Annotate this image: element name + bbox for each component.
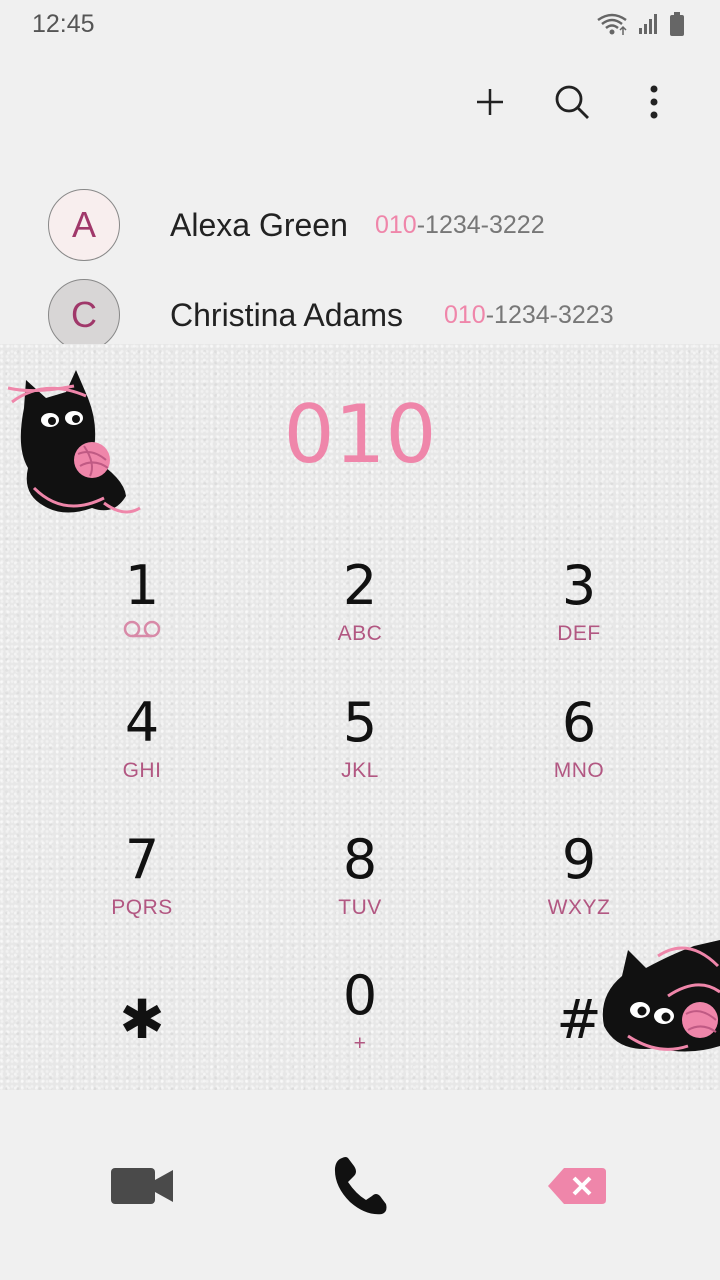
key-digit: ✱ bbox=[119, 988, 165, 1051]
contact-row-alexa[interactable]: A Alexa Green 010-1234-3222 bbox=[0, 180, 720, 270]
cat-with-yarn-icon bbox=[602, 940, 720, 1052]
video-camera-icon bbox=[111, 1168, 173, 1204]
search-button[interactable] bbox=[546, 76, 598, 128]
key-digit: 5 bbox=[342, 691, 378, 754]
add-contact-button[interactable] bbox=[464, 76, 516, 128]
contact-row-christina[interactable]: C Christina Adams 010-1234-3223 bbox=[0, 270, 720, 344]
contact-number: 010-1234-3222 bbox=[375, 211, 545, 240]
key-digit: 0 bbox=[342, 964, 378, 1027]
key-letters: JKL bbox=[341, 759, 379, 782]
backspace-button[interactable] bbox=[532, 1150, 622, 1222]
call-button[interactable] bbox=[315, 1150, 405, 1222]
voicemail-icon bbox=[123, 620, 161, 638]
key-6[interactable]: 6 MNO bbox=[499, 693, 659, 813]
key-letters: TUV bbox=[338, 896, 382, 919]
more-options-button[interactable] bbox=[628, 76, 680, 128]
avatar: A bbox=[48, 189, 120, 261]
contact-name: Christina Adams bbox=[170, 297, 403, 333]
number-rest: -1234-3222 bbox=[416, 211, 545, 239]
phone-icon bbox=[334, 1157, 387, 1215]
cat-with-yarn-icon bbox=[7, 370, 141, 514]
key-digit: 2 bbox=[342, 554, 378, 617]
key-2[interactable]: 2 ABC bbox=[280, 556, 440, 676]
key-letters: MNO bbox=[553, 759, 605, 782]
contact-suggestions: A Alexa Green 010-1234-3222 C Christina … bbox=[0, 180, 720, 344]
key-digit: 4 bbox=[124, 691, 160, 754]
key-1[interactable]: 1 bbox=[62, 556, 222, 676]
bottom-action-bar bbox=[0, 1090, 720, 1280]
status-time: 12:45 bbox=[32, 10, 95, 38]
avatar: C bbox=[48, 279, 120, 344]
key-letters: WXYZ bbox=[547, 896, 611, 919]
key-digit: 3 bbox=[561, 554, 597, 617]
signal-icon bbox=[639, 14, 657, 34]
key-letters: PQRS bbox=[111, 896, 173, 919]
key-8[interactable]: 8 TUV bbox=[280, 830, 440, 950]
top-toolbar bbox=[464, 76, 680, 128]
key-letters: + bbox=[353, 1032, 367, 1055]
number-match: 010 bbox=[375, 211, 417, 239]
number-rest: -1234-3223 bbox=[485, 301, 614, 329]
key-digit: 1 bbox=[124, 554, 160, 617]
key-digit: 8 bbox=[342, 828, 378, 891]
key-7[interactable]: 7 PQRS bbox=[62, 830, 222, 950]
search-icon bbox=[555, 85, 589, 119]
key-5[interactable]: 5 JKL bbox=[280, 693, 440, 813]
key-4[interactable]: 4 GHI bbox=[62, 693, 222, 813]
key-digit: 7 bbox=[124, 828, 160, 891]
number-match: 010 bbox=[444, 301, 486, 329]
key-9[interactable]: 9 WXYZ bbox=[499, 830, 659, 950]
contact-name: Alexa Green bbox=[170, 207, 348, 243]
key-letters: ABC bbox=[337, 622, 383, 645]
backspace-icon bbox=[548, 1168, 606, 1204]
plus-icon bbox=[477, 89, 503, 115]
status-bar: 12:45 bbox=[0, 0, 720, 50]
more-vertical-icon bbox=[650, 85, 658, 119]
key-digit: 6 bbox=[561, 691, 597, 754]
wifi-icon bbox=[597, 13, 627, 35]
key-digit: 9 bbox=[561, 828, 597, 891]
battery-icon bbox=[670, 12, 684, 36]
video-call-button[interactable] bbox=[97, 1150, 187, 1222]
key-0[interactable]: 0 + bbox=[280, 966, 440, 1086]
key-3[interactable]: 3 DEF bbox=[499, 556, 659, 676]
key-letters: DEF bbox=[557, 622, 601, 645]
contact-number: 010-1234-3223 bbox=[444, 301, 614, 330]
key-letters: GHI bbox=[122, 759, 162, 782]
dialpad-area: 010 1 2 ABC 3 DEF 4 GHI 5 JKL 6 MNO 7 PQ… bbox=[0, 344, 720, 1090]
